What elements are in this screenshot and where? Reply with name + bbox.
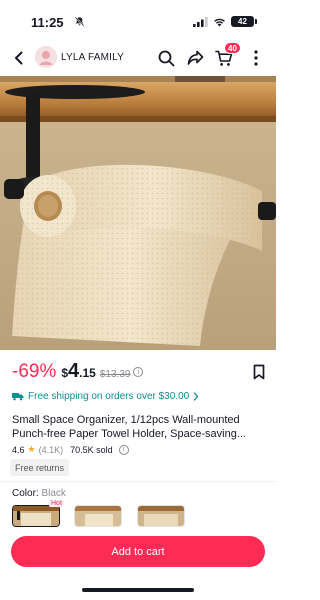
- rating-value: 4.6: [12, 444, 25, 455]
- product-header: LYLA FAMILY 40: [0, 40, 276, 76]
- info-icon[interactable]: i: [133, 367, 144, 377]
- variant-thumbnail: [138, 506, 184, 526]
- wifi-icon: [214, 18, 225, 26]
- status-time: 11:25: [31, 15, 64, 30]
- share-icon: [187, 50, 203, 65]
- divider: [0, 481, 276, 482]
- more-vertical-icon: [254, 50, 258, 66]
- shipping-text: Free shipping on orders over $30.00: [28, 391, 190, 402]
- chevron-right-icon: [194, 392, 199, 401]
- variant-thumbnail: [13, 506, 59, 526]
- battery-icon: 42: [231, 16, 257, 27]
- add-to-cart-button[interactable]: Add to cart: [11, 536, 265, 567]
- color-selected-value: Black: [41, 488, 66, 499]
- product-image-carousel[interactable]: [0, 76, 276, 350]
- share-button[interactable]: [184, 47, 206, 69]
- price-whole: 4: [68, 360, 80, 382]
- back-button[interactable]: [8, 47, 30, 69]
- rating-count: (4.1K): [38, 444, 64, 455]
- price-row: -69% $4.15 $13.39 i: [12, 360, 264, 384]
- variant-thumbnail: [75, 506, 121, 526]
- discount-label: -69%: [12, 361, 57, 382]
- sold-info-icon[interactable]: i: [118, 444, 129, 455]
- shop-logo-icon: [35, 46, 57, 68]
- bell-off-icon: [74, 16, 85, 27]
- hot-badge: Hot: [49, 500, 64, 507]
- cart-count-badge: 40: [224, 42, 241, 54]
- status-bar: 11:25 42: [0, 0, 276, 40]
- original-price: $13.39: [99, 369, 131, 380]
- sold-count: 70.5K sold: [70, 444, 113, 455]
- home-indicator: [82, 588, 194, 592]
- shop-name[interactable]: LYLA FAMILY: [61, 52, 124, 63]
- variant-option[interactable]: [12, 505, 60, 527]
- more-button[interactable]: [245, 47, 267, 69]
- shipping-promo[interactable]: Free shipping on orders over $30.00: [12, 391, 199, 402]
- signal-icon: [193, 16, 208, 27]
- current-price: $4.15: [61, 360, 96, 383]
- variant-option[interactable]: [74, 505, 122, 527]
- search-icon: [158, 50, 174, 66]
- chevron-left-icon: [15, 51, 23, 65]
- rating-row[interactable]: 4.6 ★ (4.1K) 70.5K sold i: [12, 444, 129, 455]
- color-label: Color: Black: [12, 488, 66, 499]
- free-returns-tag[interactable]: Free returns: [10, 459, 70, 476]
- price-fraction: .15: [79, 366, 96, 380]
- truck-icon: [12, 393, 24, 401]
- product-title[interactable]: Small Space Organizer, 1/12pcs Wall-moun…: [12, 413, 266, 441]
- star-icon: ★: [27, 444, 36, 454]
- product-photo: [0, 76, 276, 350]
- bookmark-icon[interactable]: [252, 364, 266, 380]
- color-label-text: Color:: [12, 488, 39, 499]
- search-button[interactable]: [155, 47, 177, 69]
- variant-option[interactable]: [137, 505, 185, 527]
- battery-level: 42: [238, 17, 247, 26]
- shop-avatar[interactable]: [35, 46, 57, 68]
